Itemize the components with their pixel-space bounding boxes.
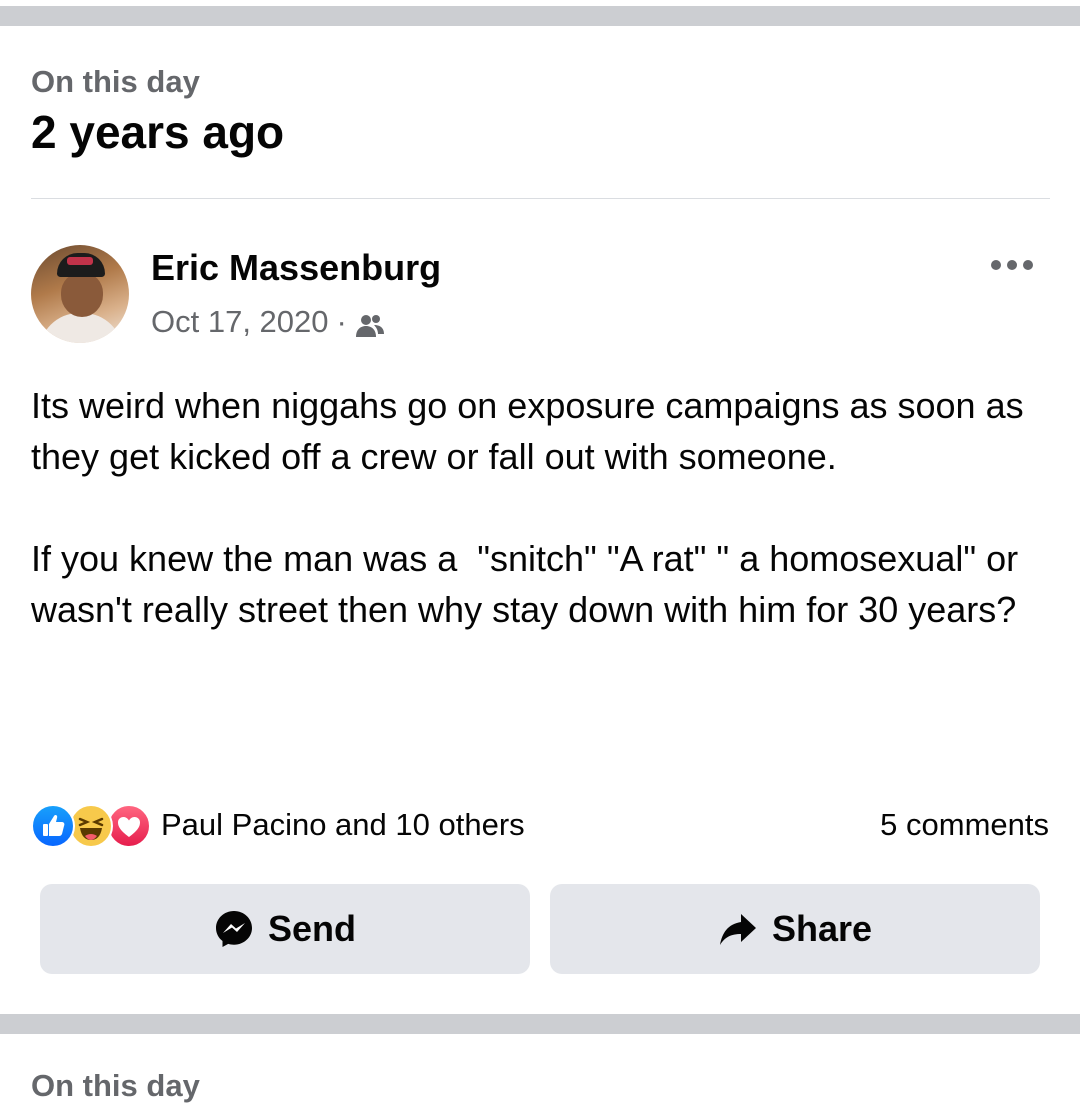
haha-icon: [69, 804, 113, 848]
memory-title: 2 years ago: [31, 106, 285, 158]
post-meta: Oct 17, 2020 ·: [151, 302, 385, 342]
header-divider: [31, 198, 1050, 199]
love-icon: [107, 804, 151, 848]
avatar-cap-logo: [67, 257, 93, 265]
share-label: Share: [771, 908, 873, 949]
send-button[interactable]: Send: [40, 884, 530, 974]
more-options-icon[interactable]: [988, 250, 1036, 280]
reaction-summary[interactable]: Paul Pacino and 10 others: [161, 804, 525, 846]
friends-icon: [355, 309, 385, 337]
top-divider-band: [0, 6, 1080, 26]
bottom-divider-band: [0, 1014, 1080, 1034]
avatar-face: [61, 273, 103, 317]
reaction-icons: [31, 804, 153, 848]
memory-header: On this day 2 years ago: [31, 62, 284, 160]
like-icon: [31, 804, 75, 848]
author-name[interactable]: Eric Massenburg: [151, 246, 441, 290]
share-button[interactable]: Share: [550, 884, 1040, 974]
author-avatar[interactable]: [31, 245, 129, 343]
post-text: Its weird when niggahs go on exposure ca…: [31, 385, 1024, 630]
post-date[interactable]: Oct 17, 2020: [151, 302, 329, 342]
messenger-icon: [214, 909, 254, 949]
send-label: Send: [267, 908, 356, 949]
memory-label: On this day: [31, 64, 200, 99]
reaction-bar[interactable]: Paul Pacino and 10 others: [31, 804, 525, 848]
next-card-label: On this day: [31, 1068, 200, 1103]
meta-separator: ·: [336, 304, 347, 339]
share-arrow-icon: [718, 909, 758, 949]
comment-count[interactable]: 5 comments: [880, 804, 1049, 846]
avatar-shirt: [39, 313, 123, 343]
